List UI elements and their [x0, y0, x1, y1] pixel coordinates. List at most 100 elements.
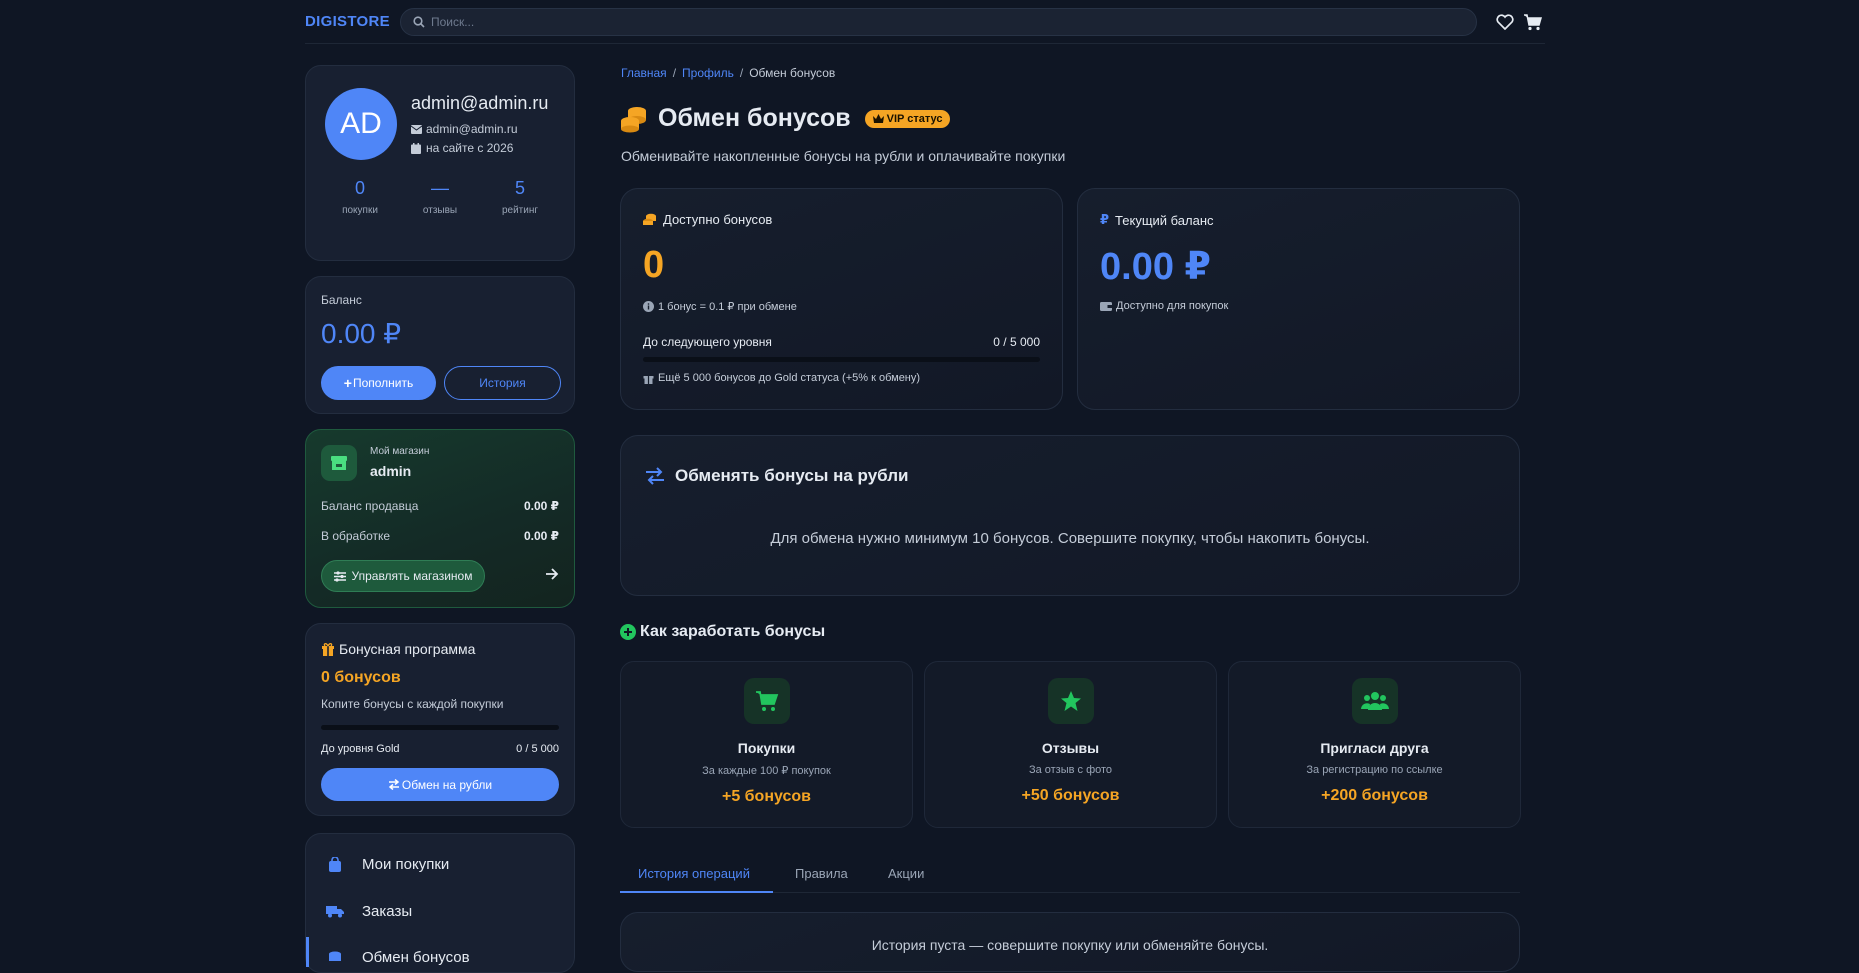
vip-badge: VIP статус: [864, 109, 951, 128]
profile-email: admin@admin.ru: [426, 122, 518, 136]
heart-icon: [1496, 13, 1514, 30]
menu-item-bonus-exchange[interactable]: Обмен бонусов: [326, 949, 470, 966]
coins-icon: [643, 213, 656, 225]
stat-reviews: — отзывы: [422, 178, 458, 216]
side-menu: Мои покупки Заказы Обмен бонусов: [305, 833, 575, 973]
breadcrumb-profile[interactable]: Профиль: [682, 66, 734, 80]
level-progress-row: До следующего уровня 0 / 5 000: [643, 335, 1040, 349]
current-value: 0.00 ₽: [1100, 246, 1211, 288]
profile-since: на сайте с 2026: [426, 141, 514, 155]
available-title: Доступно бонусов: [663, 212, 773, 227]
page-title: Обмен бонусов: [658, 104, 851, 132]
history-empty-message: История пуста — совершите покупку или об…: [871, 937, 1269, 953]
breadcrumb-current: Обмен бонусов: [749, 66, 836, 80]
bag-icon: [329, 857, 341, 872]
shop-balance-row: Баланс продавца 0.00 ₽: [321, 499, 559, 513]
gift-icon: [322, 643, 334, 656]
current-note: Доступно для покупок: [1116, 300, 1229, 312]
bonus-program-card: Бонусная программа 0 бонусов Копите бону…: [305, 623, 575, 816]
exchange-message: Для обмена нужно минимум 10 бонусов. Сов…: [770, 530, 1370, 547]
earn-bonus: +200 бонусов: [1321, 787, 1428, 804]
cart-icon: [743, 678, 790, 724]
top-bar: DIGISTORE Поиск...: [305, 0, 1545, 44]
tab-history[interactable]: История операций: [638, 866, 750, 881]
active-indicator: [306, 937, 309, 967]
earn-card-invite: Пригласи друга За регистрацию по ссылке …: [1228, 661, 1521, 828]
available-bonuses-card: Доступно бонусов 0 1 бонус = 0.1 ₽ при о…: [620, 188, 1063, 410]
coins-icon: [621, 106, 646, 132]
shop-caption: Мой магазин: [370, 446, 430, 457]
menu-item-orders[interactable]: Заказы: [326, 903, 412, 920]
store-icon: [321, 445, 357, 481]
breadcrumb: Главная / Профиль / Обмен бонусов: [621, 66, 835, 80]
level-progress-bar: [643, 357, 1040, 362]
current-balance-card: ₽ Текущий баланс 0.00 ₽ Доступно для пок…: [1077, 188, 1520, 410]
page-subtitle: Обменивайте накопленные бонусы на рубли …: [621, 148, 1066, 164]
exchange-icon: [388, 779, 400, 790]
current-title: Текущий баланс: [1115, 212, 1214, 228]
gift-icon: [643, 375, 654, 384]
plus-circle-icon: [620, 624, 636, 640]
cart-icon: [1524, 13, 1542, 30]
balance-card: Баланс 0.00 ₽ + Пополнить История: [305, 276, 575, 414]
bonus-program-title: Бонусная программа: [339, 641, 476, 657]
stat-purchases: 0 покупки: [342, 178, 378, 216]
breadcrumb-home[interactable]: Главная: [621, 66, 667, 80]
favorites-button[interactable]: [1493, 10, 1517, 34]
manage-shop-button[interactable]: Управлять магазином: [321, 560, 485, 592]
gold-progress-bar: [321, 725, 559, 730]
gold-progress-row: До уровня Gold 0 / 5 000: [321, 743, 559, 755]
earn-card-purchases: Покупки За каждые 100 ₽ покупок +5 бонус…: [620, 661, 913, 828]
avatar: AD: [325, 88, 397, 160]
earn-bonus: +5 бонусов: [721, 788, 811, 805]
bonus-subtitle: Копите бонусы с каждой покупки: [321, 697, 504, 711]
wallet-icon: [1100, 302, 1112, 311]
crown-icon: [872, 114, 884, 123]
earn-bonus: +50 бонусов: [1021, 787, 1120, 804]
logo[interactable]: DIGISTORE: [305, 13, 390, 30]
balance-title: Баланс: [321, 293, 362, 307]
star-icon: [1047, 678, 1094, 724]
available-value: 0: [643, 244, 665, 286]
earn-desc: За каждые 100 ₽ покупок: [702, 765, 831, 777]
sliders-icon: [333, 570, 346, 582]
topup-button[interactable]: + Пополнить: [321, 366, 436, 400]
plus-icon: +: [343, 375, 352, 391]
profile-name: admin@admin.ru: [411, 93, 549, 113]
exchange-rubles-button[interactable]: Обмен на рубли: [321, 768, 559, 801]
tab-active-underline: [620, 891, 773, 893]
balance-amount: 0.00 ₽: [321, 318, 402, 349]
breadcrumb-separator: /: [672, 66, 677, 80]
history-button[interactable]: История: [444, 366, 561, 400]
earn-desc: За отзыв с фото: [1028, 764, 1113, 776]
earn-desc: За регистрацию по ссылке: [1306, 764, 1443, 776]
stat-rating: 5 рейтинг: [501, 178, 539, 216]
search-input[interactable]: Поиск...: [399, 7, 1477, 36]
shop-pending-row: В обработке 0.00 ₽: [321, 529, 559, 543]
bonus-amount: 0 бонусов: [321, 669, 401, 686]
earn-heading: Как заработать бонусы: [620, 623, 825, 641]
gold-hint: Ещё 5 000 бонусов до Gold статуса (+5% к…: [658, 372, 921, 384]
earn-card-reviews: Отзывы За отзыв с фото +50 бонусов: [924, 661, 1217, 828]
search-placeholder: Поиск...: [430, 14, 475, 29]
menu-item-purchases[interactable]: Мои покупки: [326, 856, 449, 873]
search-icon: [413, 15, 425, 28]
profile-card: AD admin@admin.ru admin@admin.ru на сайт…: [305, 65, 575, 261]
truck-icon: [326, 906, 344, 918]
earn-title: Покупки: [737, 740, 796, 756]
breadcrumb-separator: /: [739, 66, 744, 80]
calendar-icon: [411, 142, 421, 154]
cart-button[interactable]: [1521, 10, 1545, 34]
exchange-card: Обменять бонусы на рубли Для обмена нужн…: [620, 435, 1520, 596]
history-panel: История пуста — совершите покупку или об…: [620, 912, 1520, 972]
ruble-icon: ₽: [1100, 212, 1110, 227]
tab-promotions[interactable]: Акции: [888, 866, 924, 881]
shop-name: admin: [370, 463, 412, 479]
page-header: Обмен бонусов VIP статус: [620, 104, 951, 133]
tab-rules[interactable]: Правила: [795, 866, 848, 881]
coins-icon: [329, 951, 341, 961]
earn-title: Отзывы: [1041, 740, 1100, 756]
info-icon: [643, 301, 654, 312]
exchange-title: Обменять бонусы на рубли: [675, 466, 909, 485]
arrow-right-icon[interactable]: [545, 567, 559, 585]
